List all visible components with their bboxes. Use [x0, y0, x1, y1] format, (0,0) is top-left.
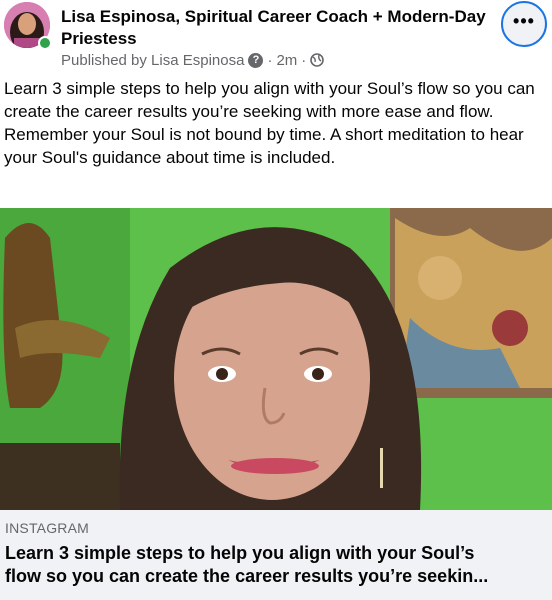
question-icon[interactable]: ? [248, 52, 264, 68]
more-options-button[interactable]: ••• [501, 1, 547, 47]
author-name-link[interactable]: Lisa Espinosa, Spiritual Career Coach + … [61, 6, 491, 50]
post-header: Lisa Espinosa, Spiritual Career Coach + … [0, 0, 552, 72]
link-title-line: Learn 3 simple steps to help you align w… [5, 543, 475, 563]
link-title-line: flow so you can create the career result… [5, 566, 489, 586]
post-text-line: Remember your Soul is not bound by time.… [4, 125, 524, 167]
link-title[interactable]: Learn 3 simple steps to help you align w… [5, 542, 545, 588]
post-image[interactable] [0, 208, 552, 510]
meta-separator: · [301, 51, 307, 69]
link-preview-card[interactable]: INSTAGRAM Learn 3 simple steps to help y… [0, 510, 552, 600]
post-text: Learn 3 simple steps to help you align w… [4, 77, 548, 169]
globe-icon [310, 53, 325, 67]
meta-separator: · [267, 51, 273, 69]
more-icon: ••• [513, 11, 535, 31]
video-thumbnail-image [0, 208, 552, 510]
link-source: INSTAGRAM [5, 520, 89, 536]
online-status-dot [38, 36, 52, 50]
published-by-label: Published by Lisa Espinosa [61, 51, 245, 69]
post-time-link[interactable]: 2m [276, 52, 297, 69]
post-meta: Published by Lisa Espinosa ? · 2m · [61, 50, 325, 70]
post-text-line: Learn 3 simple steps to help you align w… [4, 79, 535, 121]
